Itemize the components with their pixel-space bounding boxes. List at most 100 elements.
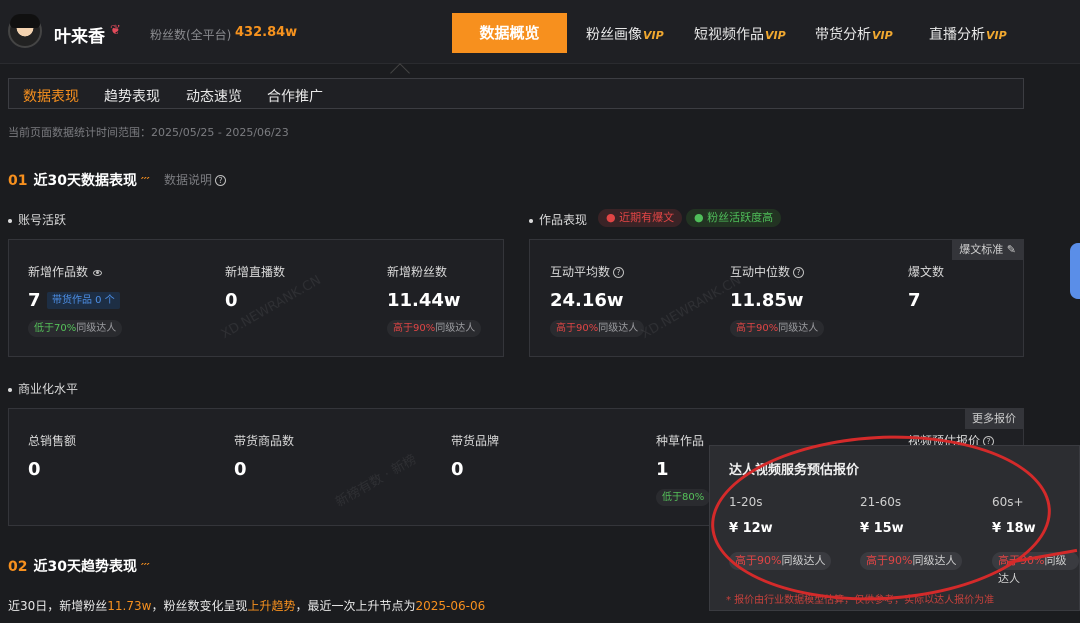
nav-label: 直播分析 <box>929 27 985 43</box>
metric-value-new-lives: 0 <box>225 290 238 311</box>
avatar-hair-decoration <box>10 14 40 28</box>
compare-suffix: 同级达人 <box>435 323 476 334</box>
metric-label-new-fans: 新增粉丝数 <box>387 265 448 279</box>
trend-direction: 上升趋势 <box>247 599 296 613</box>
metric-value-new-fans: 11.44w <box>387 290 461 311</box>
compare-prefix: 高于90% <box>556 323 599 334</box>
quote-price: ¥ 15w <box>860 521 904 536</box>
nav-tab-fans-profile[interactable]: 粉丝画像VIP <box>586 24 664 44</box>
metric-value-viral-count: 7 <box>908 290 921 311</box>
metric-value-total-sales: 0 <box>28 459 41 480</box>
metric-value-seeding-works: 1 <box>656 459 669 480</box>
ticks-decoration: ′′′ <box>140 561 150 574</box>
compare-prefix: 低于70% <box>34 323 77 334</box>
nav-label: 带货分析 <box>815 27 871 43</box>
compare-suffix: 同级达人 <box>912 554 957 567</box>
viral-pill: ● 近期有爆文 <box>598 209 683 227</box>
compare-badge: 低于80% <box>656 489 711 506</box>
data-note-text: 数据说明 <box>164 173 213 187</box>
nav-tab-live-analysis[interactable]: 直播分析VIP <box>929 24 1007 44</box>
metric-value-median-interaction: 11.85w <box>730 290 804 311</box>
fire-icon: ● <box>606 211 620 224</box>
metric-label-total-sales: 总销售额 <box>28 434 77 448</box>
section-number: 01 <box>8 173 28 189</box>
tab-cooperation[interactable]: 合作推广 <box>267 86 323 106</box>
section-title-text: 近30天趋势表现 <box>33 559 137 575</box>
nav-tab-overview[interactable]: 数据概览 <box>452 13 567 53</box>
works-performance-card: 爆文标准 ✎ 互动平均数? 24.16w 高于90%同级达人 互动中位数? 11… <box>529 239 1024 357</box>
metric-label-new-lives: 新增直播数 <box>225 265 286 279</box>
compare-suffix: 同级达人 <box>781 554 826 567</box>
quote-range: 21-60s <box>860 495 902 509</box>
quote-compare: 高于90%同级达人 <box>729 552 832 570</box>
metric-label-avg-interaction: 互动平均数? <box>550 263 625 280</box>
vip-badge: VIP <box>986 29 1007 42</box>
edit-icon: ✎ <box>1006 243 1016 256</box>
data-note-link[interactable]: 数据说明? <box>164 171 227 188</box>
account-activity-card: 新增作品数 7 带货作品 0 个 低于70%同级达人 新增直播数 0 新增粉丝数… <box>8 239 504 357</box>
compare-prefix: 高于90% <box>866 554 913 567</box>
section-title-30day-data: 01 近30天数据表现 ′′′ <box>8 170 150 190</box>
active-fans-pill: ● 粉丝活跃度高 <box>686 209 782 227</box>
metric-value-products: 0 <box>234 459 247 480</box>
sales-works-tag[interactable]: 带货作品 0 个 <box>47 292 120 309</box>
viral-standard-button[interactable]: 爆文标准 ✎ <box>952 240 1023 260</box>
metric-label-products: 带货商品数 <box>234 434 295 448</box>
compare-badge: 高于90%同级达人 <box>730 320 825 337</box>
video-quote-popup: 达人视频服务预估报价 1-20s ¥ 12w 高于90%同级达人 21-60s … <box>709 445 1080 611</box>
metric-label-viral-count: 爆文数 <box>908 265 945 279</box>
nav-tab-short-video[interactable]: 短视频作品VIP <box>694 24 786 44</box>
ticks-decoration: ′′′ <box>140 175 150 188</box>
compare-suffix: 同级达人 <box>76 323 117 334</box>
quote-range: 60s+ <box>992 495 1024 509</box>
compare-prefix: 低于80% <box>662 492 705 503</box>
subhead-text: 作品表现 <box>539 213 588 227</box>
label-text: 互动平均数 <box>550 265 611 279</box>
trend-fans-value: 11.73w <box>107 599 152 613</box>
metric-label-brands: 带货品牌 <box>451 434 500 448</box>
quote-compare: 高于90%同级达人 <box>992 552 1079 585</box>
metric-label-median-interaction: 互动中位数? <box>730 263 805 280</box>
section-number: 02 <box>8 559 28 575</box>
eye-icon[interactable] <box>93 269 103 276</box>
metric-value-avg-interaction: 24.16w <box>550 290 624 311</box>
compare-prefix: 高于90% <box>393 323 436 334</box>
compare-badge: 低于70%同级达人 <box>28 320 123 337</box>
more-quotes-button[interactable]: 更多报价 <box>965 409 1023 429</box>
trend-summary: 近30日，新增粉丝11.73w，粉丝数变化呈现上升趋势，最近一次上升节点为202… <box>8 597 485 614</box>
vip-badge: VIP <box>643 29 664 42</box>
metric-label-seeding-works: 种草作品 <box>656 434 705 448</box>
date-range-text: 当前页面数据统计时间范围：2025/05/25 - 2025/06/23 <box>8 126 289 139</box>
fans-value: 432.84w <box>235 25 298 40</box>
subhead-works: 作品表现 <box>529 211 587 228</box>
quote-price: ¥ 12w <box>729 521 773 536</box>
quote-compare: 高于90%同级达人 <box>860 552 963 570</box>
vip-badge: VIP <box>765 29 786 42</box>
help-icon[interactable]: ? <box>793 267 805 278</box>
trend-text-part: ，最近一次上升节点为 <box>295 599 416 613</box>
maple-leaf-icon: ❦ <box>110 23 121 38</box>
fans-label: 粉丝数(全平台) <box>150 28 232 42</box>
vip-badge: VIP <box>872 29 893 42</box>
subhead-text: 商业化水平 <box>18 382 79 396</box>
tab-dynamic-overview[interactable]: 动态速览 <box>186 86 242 106</box>
trend-text-part: 近30日，新增粉丝 <box>8 599 108 613</box>
metric-label-new-works: 新增作品数 <box>28 263 103 280</box>
section-title-text: 近30天数据表现 <box>33 173 137 189</box>
tab-data-performance[interactable]: 数据表现 <box>23 86 79 106</box>
top-header: 叶来香 ❦ 粉丝数(全平台) 432.84w 数据概览 粉丝画像VIP 短视频作… <box>0 0 1080 64</box>
smile-icon: ● <box>694 211 708 224</box>
tab-trend-performance[interactable]: 趋势表现 <box>104 86 160 106</box>
help-icon[interactable]: ? <box>613 267 625 278</box>
subhead-text: 账号活跃 <box>18 213 67 227</box>
nav-label: 粉丝画像 <box>586 27 642 43</box>
corner-text: 爆文标准 <box>959 243 1004 256</box>
quote-price: ¥ 18w <box>992 521 1036 536</box>
section-title-30day-trend: 02 近30天趋势表现 ′′′ <box>8 556 150 576</box>
compare-badge: 高于90%同级达人 <box>550 320 645 337</box>
bullet-dot <box>8 218 12 223</box>
compare-suffix: 同级达人 <box>598 323 639 334</box>
side-float-button[interactable] <box>1070 243 1080 299</box>
compare-suffix: 同级达人 <box>778 323 819 334</box>
nav-tab-sales-analysis[interactable]: 带货分析VIP <box>815 24 893 44</box>
